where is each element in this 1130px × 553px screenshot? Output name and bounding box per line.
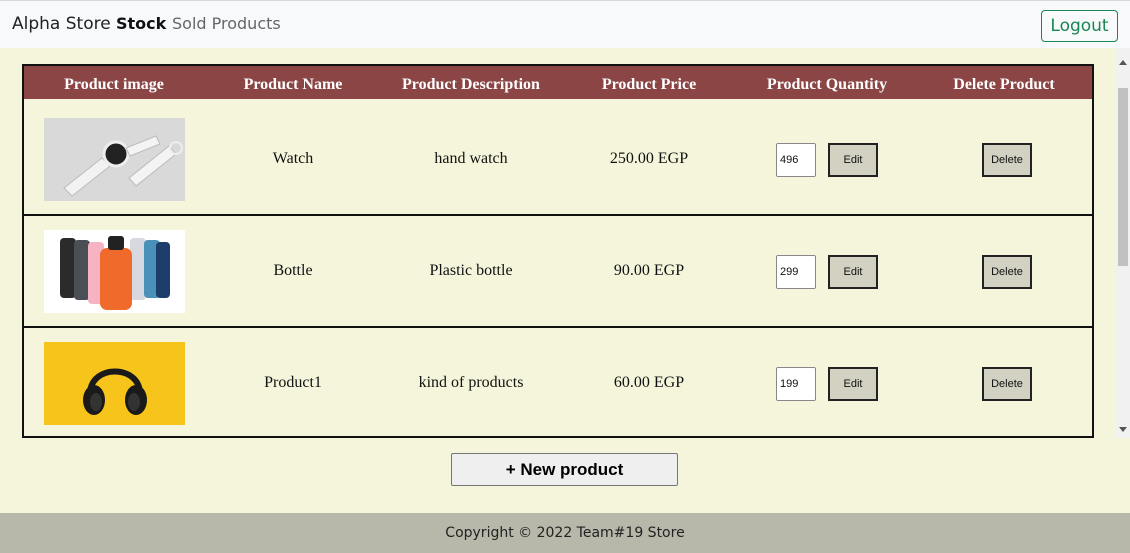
header-product-price: Product Price [601,76,697,93]
edit-button[interactable]: Edit [828,255,878,289]
footer-copyright: Copyright © 2022 Team#19 Store [0,513,1130,553]
product-price: 250.00 EGP [609,150,689,167]
scroll-up-arrow-icon[interactable] [1119,60,1127,65]
delete-button[interactable]: Delete [982,143,1032,177]
nav-stock-link[interactable]: Stock [116,14,166,33]
header-product-name: Product Name [243,76,343,93]
delete-button[interactable]: Delete [982,255,1032,289]
product-name: Product1 [264,374,322,391]
quantity-input[interactable]: 496 [776,143,816,177]
product-image-headphones [43,341,185,425]
header-product-description: Product Description [402,76,540,93]
header-product-quantity: Product Quantity [766,76,888,93]
header-delete-product: Delete Product [953,76,1055,93]
nav-sold-products-link[interactable]: Sold Products [172,14,281,33]
scroll-down-arrow-icon[interactable] [1119,427,1127,432]
product-description: kind of products [418,374,524,391]
edit-button[interactable]: Edit [828,143,878,177]
navbar: Alpha Store Stock Sold Products Logout [0,0,1130,48]
product-name: Watch [272,150,314,167]
quantity-input[interactable]: 299 [776,255,816,289]
product-price: 60.00 EGP [613,374,685,391]
table-header: Product image Product Name Product Descr… [24,66,1092,102]
scroll-thumb[interactable] [1118,88,1128,266]
product-image-watch [43,117,185,201]
quantity-input[interactable]: 199 [776,367,816,401]
product-price: 90.00 EGP [613,262,685,279]
table-row: Bottle Plastic bottle 90.00 EGP 299 Edit… [24,216,1092,328]
product-description: hand watch [434,150,508,167]
product-description: Plastic bottle [429,262,513,279]
new-product-button[interactable]: + New product [451,453,678,486]
edit-button[interactable]: Edit [828,367,878,401]
product-name: Bottle [273,262,313,279]
delete-button[interactable]: Delete [982,367,1032,401]
logout-button[interactable]: Logout [1041,10,1118,42]
brand-link[interactable]: Alpha Store [12,14,111,34]
scrollbar[interactable] [1116,48,1130,438]
product-image-bottle [43,229,185,313]
table-row: Watch hand watch 250.00 EGP 496 Edit Del… [24,104,1092,216]
header-product-image: Product image [64,76,164,93]
products-table: Product image Product Name Product Descr… [22,64,1094,438]
table-row: Product1 kind of products 60.00 EGP 199 … [24,328,1092,436]
